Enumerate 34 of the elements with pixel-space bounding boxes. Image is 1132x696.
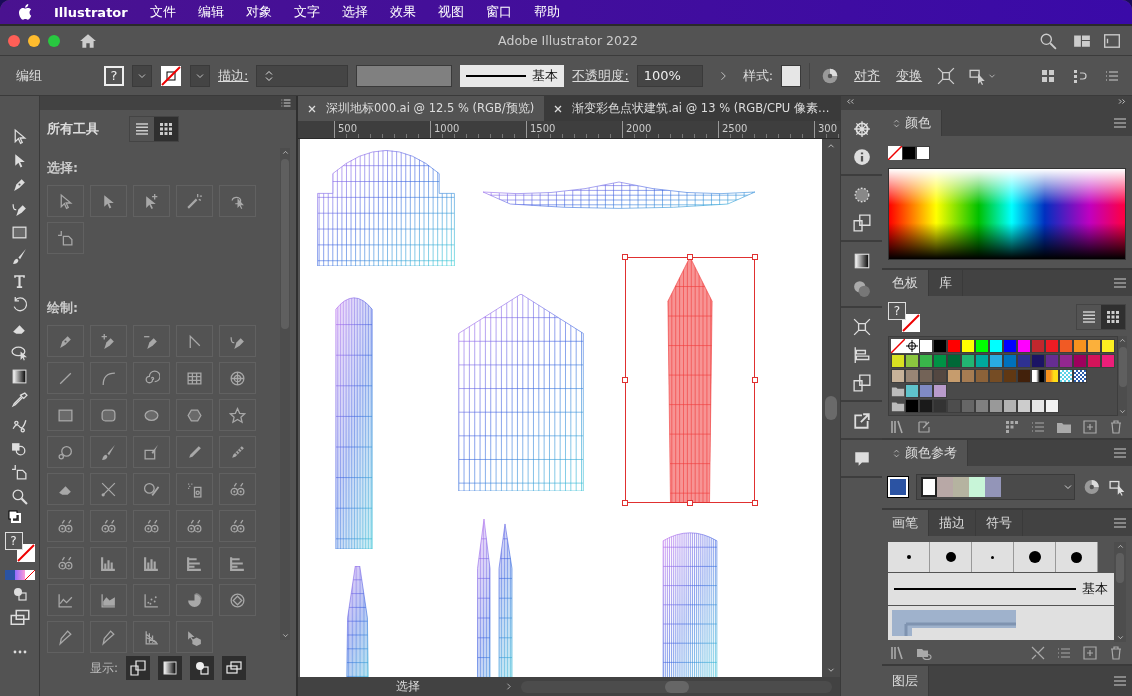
status-text[interactable]: 选择: [396, 678, 496, 695]
fill-swatch[interactable]: ?: [4, 532, 23, 550]
menu-item[interactable]: 文件: [149, 3, 176, 21]
menu-item[interactable]: 对象: [245, 3, 272, 21]
panel-tab[interactable]: 颜色参考: [882, 440, 968, 466]
section-label: 绘制:: [47, 300, 79, 317]
panel-title: 所有工具: [47, 120, 99, 138]
transform-button[interactable]: 变换: [892, 66, 927, 85]
section-label: 选择:: [47, 160, 79, 177]
style-label: 样式:: [742, 66, 774, 85]
brush-style-dropdown[interactable]: 基本: [460, 64, 565, 87]
fill-swatch[interactable]: ?: [104, 65, 124, 86]
opacity-label[interactable]: 不透明度:: [572, 66, 629, 85]
basic-brush[interactable]: 基本: [888, 573, 1114, 605]
app-menu[interactable]: Illustrator: [54, 4, 128, 20]
panel-tab[interactable]: 颜色: [882, 110, 942, 136]
window-title: Adobe Illustrator 2022: [497, 33, 639, 48]
menu-item[interactable]: 选择: [341, 3, 368, 21]
panel-tab[interactable]: 色板: [882, 270, 929, 296]
panel-tab[interactable]: 图层: [882, 666, 929, 696]
menu-item[interactable]: 窗口: [485, 3, 512, 21]
fill-swatch[interactable]: ?: [888, 302, 906, 320]
panel-tab[interactable]: 画笔: [882, 510, 929, 536]
stroke-label[interactable]: 描边:: [218, 66, 249, 85]
menu-item[interactable]: 文字: [293, 3, 320, 21]
menu-item[interactable]: 编辑: [197, 3, 224, 21]
menu-item[interactable]: 视图: [437, 3, 464, 21]
opacity-field[interactable]: 100%: [636, 64, 703, 87]
menu-item[interactable]: 效果: [389, 3, 416, 21]
selection-type-label: 编组: [16, 66, 43, 85]
align-button[interactable]: 对齐: [850, 66, 885, 85]
menu-item[interactable]: 帮助: [533, 3, 560, 21]
display-label: 显示:: [89, 659, 118, 677]
document-tab[interactable]: 深圳地标000.ai @ 12.5 % (RGB/预览): [298, 96, 545, 121]
